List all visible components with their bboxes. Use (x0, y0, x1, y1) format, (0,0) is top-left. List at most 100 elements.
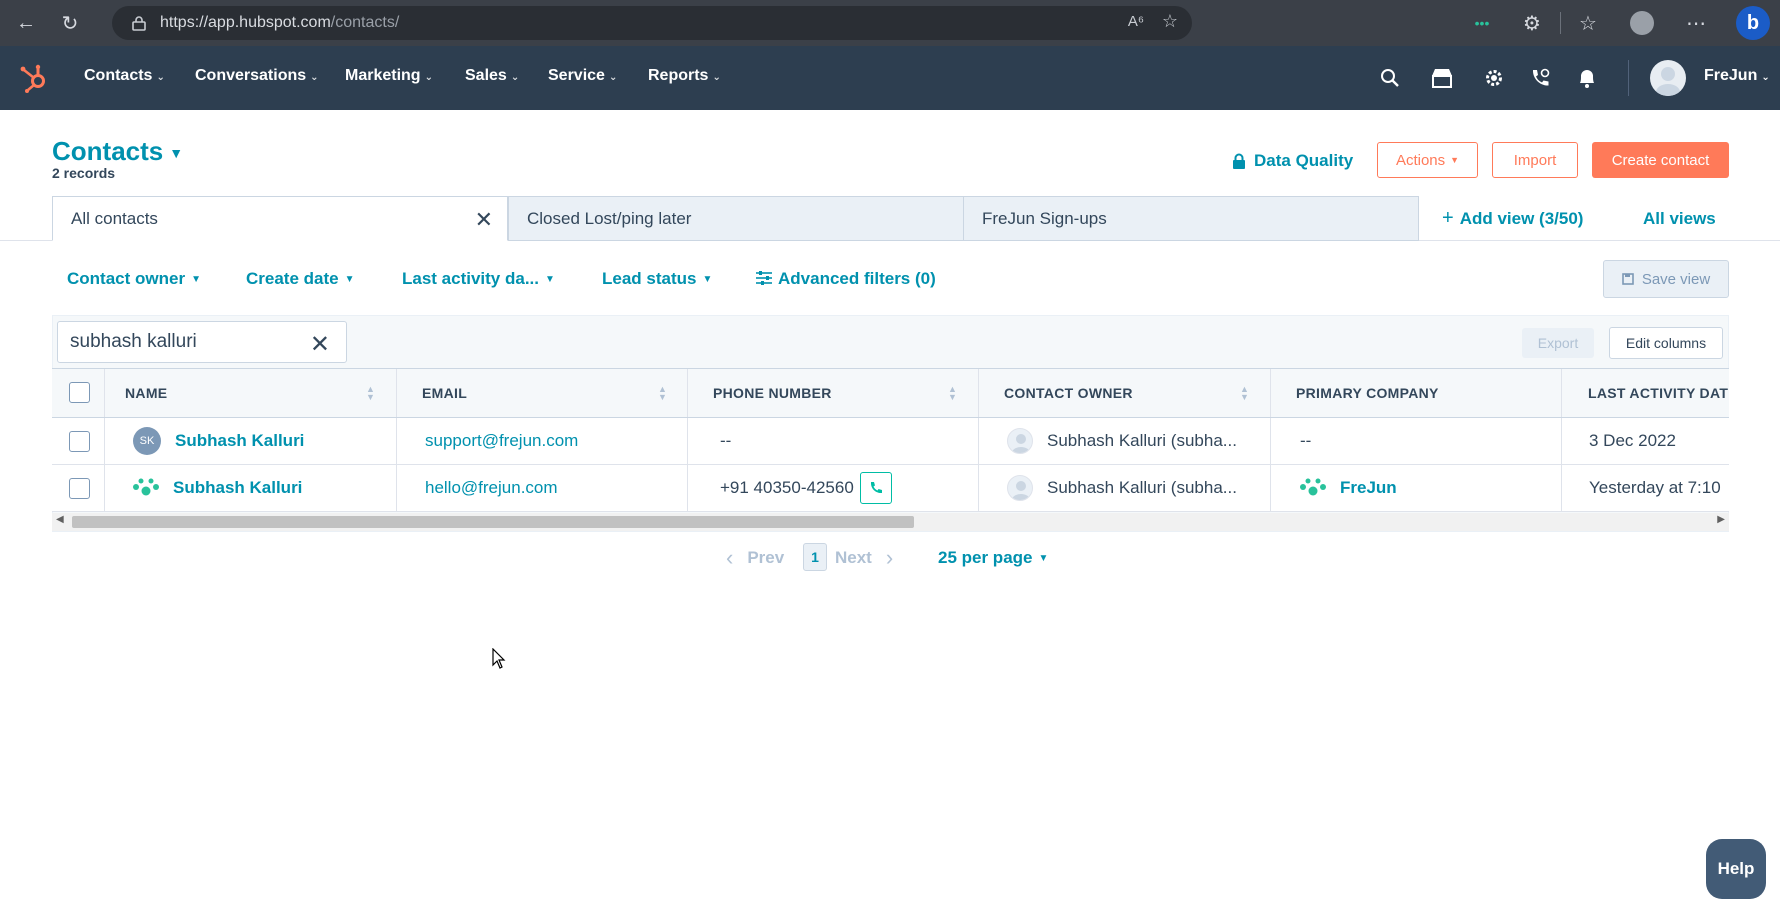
nav-reports[interactable]: Reports ⌄ (648, 67, 721, 85)
sort-icon[interactable]: ▲ ▼ (1240, 385, 1249, 402)
call-button[interactable] (859, 472, 892, 504)
clear-search-icon[interactable]: ✕ (310, 330, 330, 359)
more-options-icon[interactable]: ⋯ (1682, 9, 1710, 37)
calling-icon[interactable] (1526, 64, 1554, 92)
reload-icon[interactable]: ↻ (56, 9, 84, 37)
search-value: subhash kalluri (70, 331, 197, 352)
search-icon[interactable] (1376, 64, 1404, 92)
all-views-link[interactable]: All views (1643, 209, 1716, 229)
add-view-button[interactable]: + Add view (3/50) (1442, 207, 1583, 230)
contact-name-link[interactable]: Subhash Kalluri (173, 478, 302, 498)
company-link[interactable]: FreJun (1340, 478, 1397, 498)
tab-closed-lost[interactable]: Closed Lost/ping later (508, 196, 964, 241)
account-menu[interactable]: FreJun ⌄ (1704, 67, 1770, 85)
read-aloud-icon[interactable]: A⁶ (1128, 13, 1144, 30)
bing-icon[interactable]: b (1736, 6, 1770, 40)
prev-page-button[interactable]: ‹ Prev (726, 545, 784, 571)
tab-label: Closed Lost/ping later (527, 208, 692, 228)
browser-toolbar: ← ↻ https://app.hubspot.com/contacts/ A⁶… (0, 0, 1780, 46)
nav-marketing[interactable]: Marketing ⌄ (345, 67, 433, 85)
phone-number[interactable]: +91 40350-42560 (720, 478, 854, 498)
horizontal-scrollbar[interactable]: ◀ ▶ (52, 513, 1729, 531)
column-header-contact-owner[interactable]: CONTACT OWNER (1004, 369, 1234, 417)
column-header-name[interactable]: NAME (125, 369, 345, 417)
sort-icon[interactable]: ▲ ▼ (948, 385, 957, 402)
filter-last-activity[interactable]: Last activity da... ▼ (402, 269, 555, 289)
column-header-primary-company[interactable]: PRIMARY COMPANY (1296, 369, 1536, 417)
chevron-down-icon: ⌄ (424, 72, 433, 83)
sliders-icon (756, 271, 772, 285)
data-quality-link[interactable]: Data Quality (1232, 151, 1353, 171)
email-link[interactable]: hello@frejun.com (425, 478, 558, 498)
contact-name-link[interactable]: Subhash Kalluri (175, 431, 304, 451)
filter-contact-owner[interactable]: Contact owner ▼ (67, 269, 201, 289)
filter-create-date[interactable]: Create date ▼ (246, 269, 355, 289)
phone-cell: -- (720, 431, 732, 450)
select-all-checkbox[interactable] (69, 382, 90, 403)
caret-down-icon: ▼ (169, 145, 184, 162)
settings-gear-icon[interactable] (1480, 64, 1508, 92)
frejun-extension-icon[interactable]: ••• (1468, 9, 1496, 37)
column-header-phone[interactable]: PHONE NUMBER (713, 369, 943, 417)
scroll-left-icon[interactable]: ◀ (56, 514, 64, 525)
help-button[interactable]: Help (1706, 839, 1766, 899)
back-arrow-icon[interactable]: ← (12, 9, 40, 37)
import-button[interactable]: Import (1492, 142, 1578, 178)
hubspot-logo-icon[interactable] (18, 62, 50, 94)
phone-icon (870, 482, 882, 494)
nav-divider (1628, 60, 1629, 96)
next-page-button[interactable]: Next › (835, 545, 893, 571)
owner-name[interactable]: Subhash Kalluri (subha... (1047, 431, 1237, 451)
chevron-left-icon: ‹ (726, 545, 734, 570)
close-icon[interactable]: ✕ (475, 207, 493, 233)
chevron-down-icon: ⌄ (310, 72, 319, 83)
favorite-star-icon[interactable]: ☆ (1162, 11, 1178, 32)
chevron-down-icon: ⌄ (712, 72, 721, 83)
last-activity-cell: 3 Dec 2022 (1589, 431, 1676, 450)
nav-service[interactable]: Service ⌄ (548, 67, 617, 85)
marketplace-icon[interactable] (1428, 64, 1456, 92)
company-cell: -- (1300, 431, 1312, 450)
address-bar[interactable]: https://app.hubspot.com/contacts/ A⁶ ☆ (112, 6, 1192, 40)
nav-sales[interactable]: Sales ⌄ (465, 67, 519, 85)
favorites-icon[interactable]: ☆ (1574, 9, 1602, 37)
profile-icon[interactable] (1628, 9, 1656, 37)
scroll-right-icon[interactable]: ▶ (1717, 514, 1725, 525)
nav-contacts[interactable]: Contacts ⌄ (84, 67, 165, 85)
toolbar-divider (1560, 12, 1561, 34)
filter-lead-status[interactable]: Lead status ▼ (602, 269, 712, 289)
user-avatar[interactable] (1650, 60, 1686, 96)
column-header-email[interactable]: EMAIL (422, 369, 642, 417)
row-checkbox[interactable] (69, 478, 90, 499)
chevron-down-icon: ⌄ (608, 72, 618, 83)
advanced-filters-button[interactable]: Advanced filters (0) (756, 269, 936, 289)
extensions-icon[interactable]: ⚙ (1518, 9, 1546, 37)
chevron-down-icon: ⌄ (156, 72, 165, 83)
save-view-button[interactable]: Save view (1603, 260, 1729, 298)
scrollbar-thumb[interactable] (72, 516, 914, 528)
frejun-logo-icon (1300, 478, 1326, 496)
table-header: NAME ▲ ▼ EMAIL ▲ ▼ PHONE NUMBER ▲ ▼ CONTACT… (52, 368, 1729, 418)
current-page[interactable]: 1 (803, 543, 827, 571)
next-label: Next (835, 548, 872, 567)
search-input[interactable]: subhash kalluri ✕ (57, 321, 347, 363)
notifications-bell-icon[interactable] (1573, 64, 1601, 92)
per-page-select[interactable]: 25 per page ▼ (938, 548, 1048, 568)
column-header-last-activity[interactable]: LAST ACTIVITY DAT (1588, 369, 1729, 417)
create-contact-button[interactable]: Create contact (1592, 142, 1729, 178)
actions-button[interactable]: Actions ▼ (1377, 142, 1478, 178)
row-checkbox[interactable] (69, 431, 90, 452)
sort-icon[interactable]: ▲ ▼ (366, 385, 375, 402)
owner-avatar (1007, 428, 1033, 454)
tab-frejun-signups[interactable]: FreJun Sign-ups (963, 196, 1419, 241)
sort-icon[interactable]: ▲ ▼ (658, 385, 667, 402)
email-link[interactable]: support@frejun.com (425, 431, 578, 451)
owner-name[interactable]: Subhash Kalluri (subha... (1047, 478, 1237, 498)
nav-conversations[interactable]: Conversations ⌄ (195, 67, 319, 85)
phone-cell: +91 40350-42560 (720, 465, 970, 511)
export-button[interactable]: Export (1522, 328, 1594, 358)
tab-all-contacts[interactable]: All contacts ✕ (52, 196, 508, 241)
caret-down-icon: ▼ (344, 274, 355, 286)
page-title[interactable]: Contacts ▼ (52, 136, 183, 167)
edit-columns-button[interactable]: Edit columns (1609, 327, 1723, 359)
